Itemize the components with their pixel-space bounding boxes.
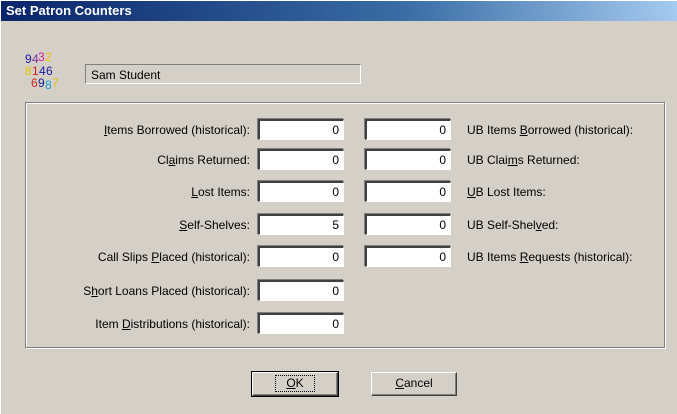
ub-items-borrowed-label: UB Items Borrowed (historical): [467, 123, 634, 137]
item-distributions-label: Item Distributions (historical): [95, 317, 250, 331]
ok-button-label: OK [275, 375, 315, 392]
lost-items-input[interactable]: 0 [258, 181, 344, 202]
self-shelves-input[interactable]: 5 [258, 214, 344, 235]
claims-returned-input[interactable]: 0 [258, 149, 344, 170]
ub-claims-returned-label: UB Claims Returned: [467, 153, 580, 167]
ub-lost-items-input[interactable]: 0 [365, 181, 451, 202]
ub-items-requests-input[interactable]: 0 [365, 246, 451, 267]
patron-name-field: Sam Student [85, 64, 361, 84]
title-bar[interactable]: Set Patron Counters [1, 1, 677, 21]
ub-items-borrowed-input[interactable]: 0 [365, 119, 451, 140]
self-shelves-label: Self-Shelves: [179, 218, 250, 232]
window-title: Set Patron Counters [6, 3, 132, 18]
set-patron-counters-dialog: Set Patron Counters 9 4 3 2 8 1 4 6 6 9 … [0, 0, 677, 414]
cancel-button[interactable]: Cancel [371, 372, 457, 396]
ub-self-shelved-label: UB Self-Shelved: [467, 218, 559, 232]
items-borrowed-label: Items Borrowed (historical): [103, 123, 250, 137]
item-distributions-input[interactable]: 0 [258, 313, 344, 334]
icon-digit: 3 [38, 52, 45, 64]
icon-digit: 9 [38, 76, 45, 90]
ub-self-shelved-input[interactable]: 0 [365, 214, 451, 235]
cancel-button-label: Cancel [395, 376, 433, 390]
icon-digit: 6 [31, 76, 38, 90]
patron-counters-icon: 9 4 3 2 8 1 4 6 6 9 8 7 [25, 52, 59, 92]
ub-lost-items-label: UB Lost Items: [467, 185, 546, 199]
ub-claims-returned-input[interactable]: 0 [365, 149, 451, 170]
claims-returned-label: Claims Returned: [157, 153, 250, 167]
icon-digit: 7 [52, 76, 59, 90]
short-loans-placed-input[interactable]: 0 [258, 280, 344, 301]
short-loans-placed-label: Short Loans Placed (historical): [83, 284, 250, 298]
lost-items-label: Lost Items: [191, 185, 250, 199]
ok-button[interactable]: OK [251, 371, 339, 397]
call-slips-placed-input[interactable]: 0 [258, 246, 344, 267]
icon-digit: 8 [45, 78, 52, 92]
ub-items-requests-label: UB Items Requests (historical): [467, 250, 633, 264]
items-borrowed-input[interactable]: 0 [258, 119, 344, 140]
icon-digit: 2 [45, 52, 52, 64]
call-slips-placed-label: Call Slips Placed (historical): [97, 250, 250, 264]
